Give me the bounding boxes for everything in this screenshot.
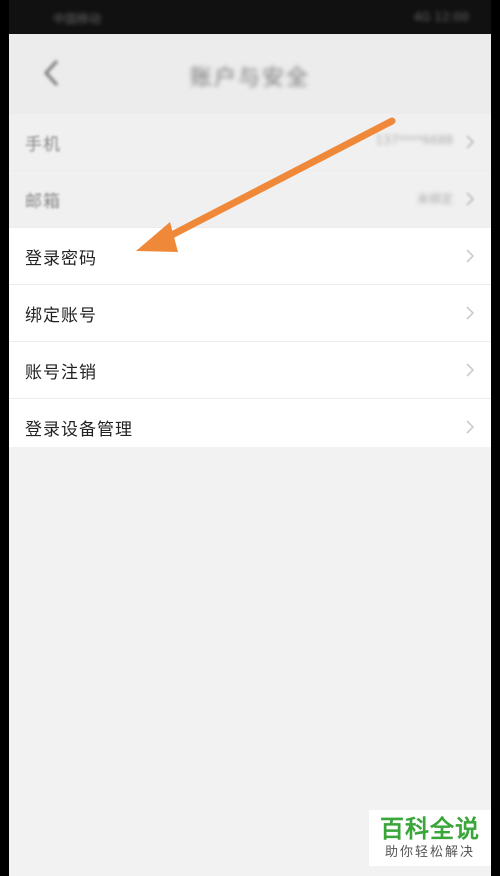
row-label: 邮箱 <box>25 192 61 212</box>
watermark-logo: 百科全说 助你轻松解决 <box>369 810 491 866</box>
chevron-right-icon <box>466 135 475 149</box>
chevron-right-icon <box>466 420 475 434</box>
chevron-right-icon <box>466 249 475 263</box>
phone-screen: 中国移动 4G 12:00 账户与安全 手机 137****6688 邮箱 未绑… <box>9 0 491 876</box>
page-title: 账户与安全 <box>189 66 310 91</box>
status-carrier: 中国移动 <box>53 12 102 26</box>
status-bar: 中国移动 4G 12:00 <box>9 0 491 34</box>
settings-row-email[interactable]: 邮箱 未绑定 <box>9 171 491 228</box>
settings-row-cancel-account[interactable]: 账号注销 <box>9 342 491 399</box>
settings-row-phone[interactable]: 手机 137****6688 <box>9 114 491 171</box>
chevron-right-icon <box>466 306 475 320</box>
row-label: 登录设备管理 <box>25 420 133 440</box>
row-label: 手机 <box>25 135 61 155</box>
watermark-subtitle: 助你轻松解决 <box>384 845 475 860</box>
settings-row-bind-account[interactable]: 绑定账号 <box>9 285 491 342</box>
settings-row-login-password[interactable]: 登录密码 <box>9 228 491 285</box>
row-label: 账号注销 <box>25 363 97 383</box>
chevron-right-icon <box>466 192 475 206</box>
row-label: 登录密码 <box>25 249 97 269</box>
row-label: 绑定账号 <box>25 306 97 326</box>
nav-header: 账户与安全 <box>9 34 491 114</box>
settings-list: 手机 137****6688 邮箱 未绑定 登录密码 绑定账号 账号注销 登录设… <box>9 114 491 456</box>
row-value: 137****6688 <box>375 133 453 147</box>
watermark-title: 百科全说 <box>380 815 480 843</box>
row-value: 未绑定 <box>416 192 453 206</box>
chevron-right-icon <box>466 363 475 377</box>
screenshot-frame: 中国移动 4G 12:00 账户与安全 手机 137****6688 邮箱 未绑… <box>0 0 500 876</box>
status-time: 4G 12:00 <box>413 10 469 24</box>
